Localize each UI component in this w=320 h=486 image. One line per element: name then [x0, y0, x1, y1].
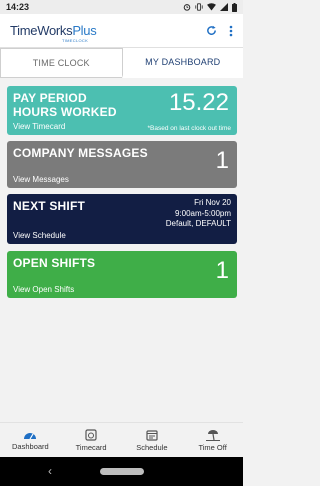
nav-timecard-label: Timecard: [75, 442, 107, 452]
next-shift-date: Fri Nov 20: [194, 198, 231, 207]
app-logo: TimeWorksPlus: [10, 23, 97, 38]
open-shifts-count: 1: [215, 257, 229, 284]
pay-period-title: PAY PERIOD HOURS WORKED: [13, 91, 117, 119]
refresh-icon[interactable]: [206, 25, 217, 36]
app-header: TimeWorksPlus TIMECLOCK: [0, 14, 243, 48]
company-messages-card[interactable]: COMPANY MESSAGES 1 View Messages: [7, 141, 237, 188]
status-time: 14:23: [6, 2, 30, 12]
signal-icon: [220, 3, 228, 11]
tab-bar: TIME CLOCK MY DASHBOARD: [0, 48, 243, 78]
status-bar: 14:23: [0, 0, 243, 14]
company-messages-title: COMPANY MESSAGES: [13, 146, 148, 160]
open-shifts-card[interactable]: OPEN SHIFTS 1 View Open Shifts: [7, 251, 237, 298]
calendar-icon: [146, 429, 158, 441]
tab-my-dashboard[interactable]: MY DASHBOARD: [121, 48, 243, 78]
next-shift-time: 9:00am-5:00pm: [174, 208, 231, 218]
nav-time-off[interactable]: Time Off: [182, 423, 243, 457]
view-messages-link[interactable]: View Messages: [13, 175, 69, 184]
logo-subtitle: TIMECLOCK: [62, 38, 89, 43]
next-shift-details: Fri Nov 20 9:00am-5:00pm Default, DEFAUL…: [166, 198, 231, 230]
bottom-nav: Dashboard Timecard Schedule Time Off: [0, 422, 243, 457]
view-open-shifts-link[interactable]: View Open Shifts: [13, 285, 74, 294]
vibrate-icon: [195, 3, 203, 11]
system-nav-bar: ‹: [0, 457, 243, 486]
status-icons: [183, 2, 237, 12]
nav-dashboard-label: Dashboard: [12, 441, 49, 451]
beach-icon: [205, 429, 220, 441]
view-schedule-link[interactable]: View Schedule: [13, 231, 66, 240]
open-shifts-title: OPEN SHIFTS: [13, 256, 96, 270]
pay-period-card[interactable]: PAY PERIOD HOURS WORKED 15.22 View Timec…: [7, 86, 237, 135]
nav-schedule-label: Schedule: [136, 442, 168, 452]
pay-period-hours: 15.22: [168, 89, 229, 116]
more-vert-icon[interactable]: [229, 25, 233, 37]
tab-time-clock[interactable]: TIME CLOCK: [0, 48, 122, 78]
nav-dashboard[interactable]: Dashboard: [0, 423, 61, 457]
back-button[interactable]: ‹: [48, 464, 52, 478]
company-messages-count: 1: [215, 147, 229, 174]
home-pill[interactable]: [100, 468, 144, 475]
alarm-icon: [183, 4, 191, 11]
wifi-icon: [207, 3, 216, 11]
nav-timecard[interactable]: Timecard: [61, 423, 122, 457]
nav-schedule[interactable]: Schedule: [122, 423, 183, 457]
gauge-icon: [24, 432, 37, 439]
view-timecard-link[interactable]: View Timecard: [13, 122, 65, 131]
pay-period-note: *Based on last clock out time: [147, 125, 231, 132]
timecard-icon: [85, 428, 97, 441]
nav-time-off-label: Time Off: [198, 442, 227, 452]
next-shift-location: Default, DEFAULT: [165, 219, 231, 228]
battery-icon: [232, 2, 237, 12]
next-shift-card[interactable]: NEXT SHIFT Fri Nov 20 9:00am-5:00pm Defa…: [7, 194, 237, 244]
